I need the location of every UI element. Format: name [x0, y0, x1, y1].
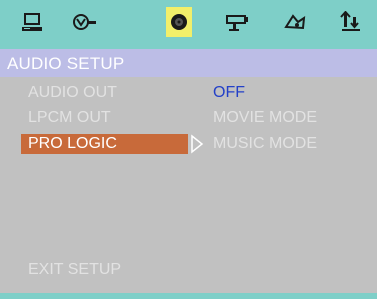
option-movie-mode[interactable]: MOVIE MODE — [213, 108, 317, 128]
option-music-mode[interactable]: MUSIC MODE — [213, 134, 317, 154]
exit-setup-item[interactable]: EXIT SETUP — [21, 260, 121, 280]
speaker-disc-icon[interactable] — [166, 7, 192, 37]
setup-toolbar — [0, 0, 377, 49]
menu-item-audio-out[interactable]: AUDIO OUT — [21, 83, 117, 103]
osd-screen: AUDIO SETUP AUDIO OUT LPCM OUT PRO LOGIC… — [0, 0, 377, 299]
monitor-icon[interactable] — [17, 7, 47, 37]
video-camera-icon[interactable] — [222, 7, 252, 37]
title-bar: AUDIO SETUP — [0, 49, 377, 77]
exit-icon[interactable] — [336, 7, 366, 37]
settings-panel: AUDIO OUT LPCM OUT PRO LOGIC OFF MOVIE M… — [0, 77, 377, 293]
menu-item-lpcm-out[interactable]: LPCM OUT — [21, 108, 111, 128]
menu-item-pro-logic[interactable]: PRO LOGIC — [21, 134, 188, 154]
submenu-arrow-icon — [191, 134, 204, 154]
page-title: AUDIO SETUP — [7, 54, 125, 73]
preferences-icon[interactable] — [280, 7, 310, 37]
option-off[interactable]: OFF — [213, 83, 245, 103]
language-icon[interactable] — [70, 7, 100, 37]
bottom-bar — [0, 293, 377, 299]
